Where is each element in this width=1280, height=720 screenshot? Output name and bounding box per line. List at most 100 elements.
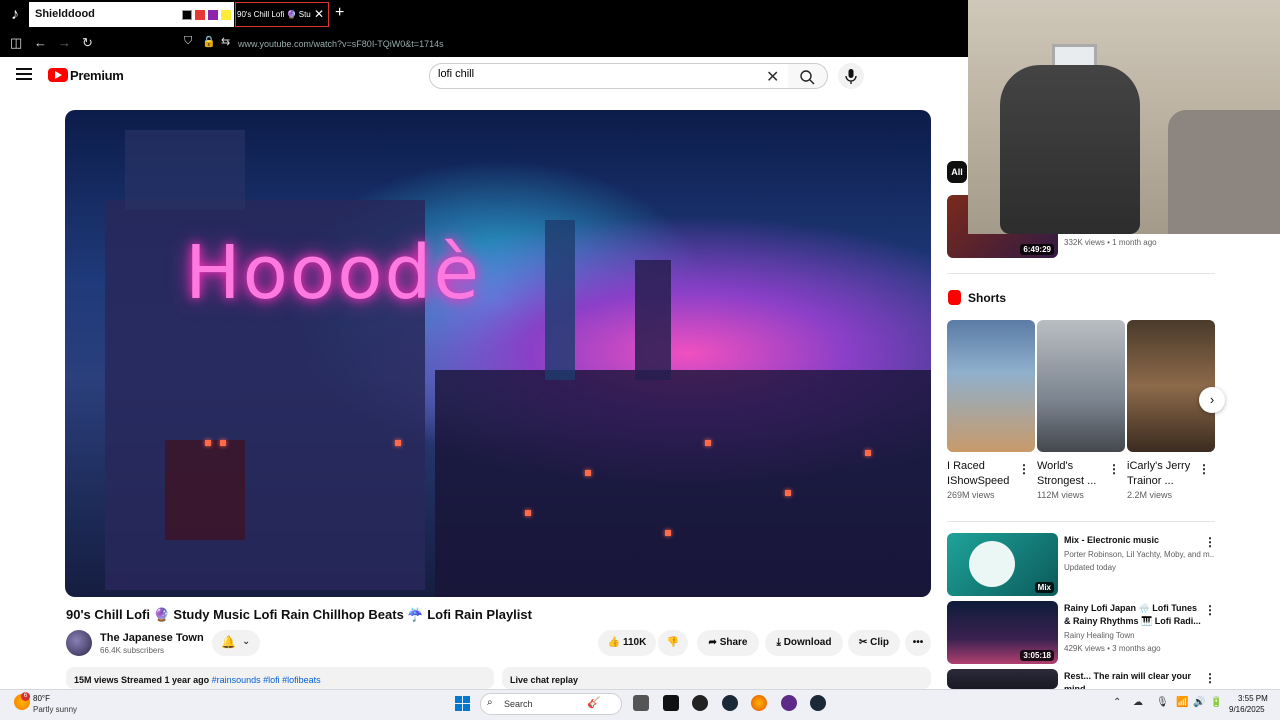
mix-badge: Mix: [1034, 582, 1054, 593]
recommended-title[interactable]: Rainy Lofi Japan 🌧️ Lofi Tunes & Rainy R…: [1064, 602, 1204, 628]
description-hashtags[interactable]: #rainsounds #lofi #lofibeats: [212, 675, 321, 685]
recommended-thumbnail[interactable]: Mix: [947, 533, 1058, 596]
short-menu-icon[interactable]: ⋮: [1198, 462, 1210, 476]
app-icon[interactable]: [692, 695, 708, 711]
recommended-title[interactable]: Rest... The rain will clear your mind: [1064, 670, 1204, 689]
chevron-down-icon: ⌄: [242, 636, 251, 647]
reload-icon[interactable]: ↻: [82, 35, 93, 51]
shield-icon[interactable]: ⛉: [184, 35, 192, 48]
steam-icon[interactable]: [722, 695, 738, 711]
share-button[interactable]: ➦ Share: [697, 630, 759, 656]
house: [165, 440, 245, 540]
thumbs-up-icon: 👍: [607, 637, 621, 648]
lit-window: [395, 440, 401, 446]
tray-overflow-icon[interactable]: ⌃: [1113, 697, 1121, 708]
channel-name[interactable]: The Japanese Town: [100, 632, 204, 644]
search-button[interactable]: [788, 63, 828, 89]
shorts-icon: [948, 290, 961, 305]
like-button[interactable]: 👍 110K: [598, 630, 656, 656]
search-icon: [800, 70, 815, 85]
tower: [635, 260, 671, 380]
short-title[interactable]: World's Strongest ...: [1037, 459, 1109, 489]
video-player[interactable]: Hooodè: [65, 110, 931, 597]
weather-badge: 6: [21, 692, 30, 701]
share-icon: ➦: [708, 637, 717, 648]
back-icon[interactable]: ←: [34, 35, 47, 50]
voice-search-button[interactable]: [838, 63, 864, 89]
windows-start-icon[interactable]: [455, 696, 470, 711]
address-bar[interactable]: www.youtube.com/watch?v=sF80I-TQiW0&t=17…: [238, 39, 444, 49]
wifi-icon[interactable]: 📶: [1176, 697, 1188, 708]
clip-label: Clip: [870, 637, 890, 648]
app-icon[interactable]: [781, 695, 797, 711]
tower: [545, 220, 575, 380]
scissors-icon: ✂: [858, 637, 868, 648]
browser-tab-youtube[interactable]: 90's Chill Lofi 🔮 Stu ✕: [235, 2, 329, 27]
short-thumbnail[interactable]: [1037, 320, 1125, 452]
neon-sign: Hooodè: [185, 230, 481, 316]
brand-label[interactable]: Premium: [70, 68, 124, 83]
recommended-thumbnail[interactable]: [947, 669, 1058, 689]
video-title: 90's Chill Lofi 🔮 Study Music Lofi Rain …: [66, 607, 532, 622]
color-swatch-red: [195, 10, 205, 20]
weather-condition[interactable]: Partly sunny: [33, 705, 77, 714]
recommended-meta: 332K views • 1 month ago: [1064, 238, 1157, 247]
lit-window: [585, 470, 591, 476]
taskbar-time[interactable]: 3:55 PM: [1238, 694, 1268, 703]
notification-bell-button[interactable]: 🔔 ⌄: [212, 630, 260, 656]
tab-close-icon[interactable]: ✕: [314, 7, 324, 21]
lit-window: [665, 530, 671, 536]
volume-icon[interactable]: 🔊: [1193, 697, 1205, 708]
mic-tray-icon[interactable]: 🎙: [1156, 697, 1169, 708]
lit-window: [865, 450, 871, 456]
short-menu-icon[interactable]: ⋮: [1108, 462, 1120, 476]
share-label: Share: [719, 637, 748, 648]
short-thumbnail[interactable]: [1127, 320, 1215, 452]
firefox-icon[interactable]: [751, 695, 767, 711]
recommended-title[interactable]: Mix - Electronic music: [1064, 534, 1204, 547]
search-input[interactable]: [438, 68, 758, 80]
cloud-icon[interactable]: ☁: [1133, 697, 1143, 708]
hamburger-menu-icon[interactable]: [16, 68, 32, 82]
search-box[interactable]: [429, 63, 789, 89]
file-explorer-icon[interactable]: [633, 695, 649, 711]
forward-icon[interactable]: →: [58, 35, 71, 50]
dislike-button[interactable]: 👎: [658, 630, 688, 656]
youtube-logo-icon[interactable]: [48, 68, 68, 82]
recommended-menu-icon[interactable]: ⋮: [1204, 603, 1216, 617]
clear-search-icon[interactable]: ✕: [766, 67, 779, 87]
video-duration: 3:05:18: [1020, 650, 1054, 661]
short-thumbnail[interactable]: [947, 320, 1035, 452]
color-swatch-yellow: [221, 10, 231, 20]
weather-temperature[interactable]: 80°F: [33, 694, 50, 703]
color-swatch-purple: [208, 10, 218, 20]
short-title[interactable]: I Raced IShowSpeed: [947, 459, 1019, 489]
shorts-next-button[interactable]: ›: [1199, 387, 1225, 413]
short-menu-icon[interactable]: ⋮: [1018, 462, 1030, 476]
taskbar-date[interactable]: 9/16/2025: [1229, 705, 1265, 714]
lock-icon[interactable]: 🔒: [202, 35, 216, 48]
taskbar-search-box[interactable]: ⌕ 🎸: [480, 693, 622, 715]
sidebar-toggle-icon[interactable]: ◫: [10, 35, 22, 51]
short-views: 2.2M views: [1127, 490, 1173, 500]
permissions-icon[interactable]: ⇆: [221, 35, 230, 48]
steam-icon[interactable]: [810, 695, 826, 711]
recommended-menu-icon[interactable]: ⋮: [1204, 671, 1216, 685]
browser-tab-shielddood[interactable]: Shielddood: [29, 2, 234, 27]
recommended-thumbnail[interactable]: 3:05:18: [947, 601, 1058, 664]
battery-icon[interactable]: 🔋: [1210, 697, 1222, 708]
epic-games-icon[interactable]: [663, 695, 679, 711]
chip-all[interactable]: All: [947, 161, 967, 183]
divider: [947, 521, 1215, 522]
download-button[interactable]: ⤓ Download: [765, 630, 843, 656]
clip-button[interactable]: ✂ Clip: [848, 630, 900, 656]
video-duration: 6:49:29: [1020, 244, 1054, 255]
recommended-menu-icon[interactable]: ⋮: [1204, 535, 1216, 549]
channel-avatar[interactable]: [66, 630, 92, 656]
new-tab-icon[interactable]: +: [335, 4, 344, 22]
short-views: 112M views: [1037, 490, 1084, 500]
color-swatch-black: [182, 10, 192, 20]
shorts-heading: Shorts: [968, 291, 1007, 305]
short-title[interactable]: iCarly's Jerry Trainor ...: [1127, 459, 1199, 489]
more-actions-button[interactable]: •••: [905, 630, 931, 656]
